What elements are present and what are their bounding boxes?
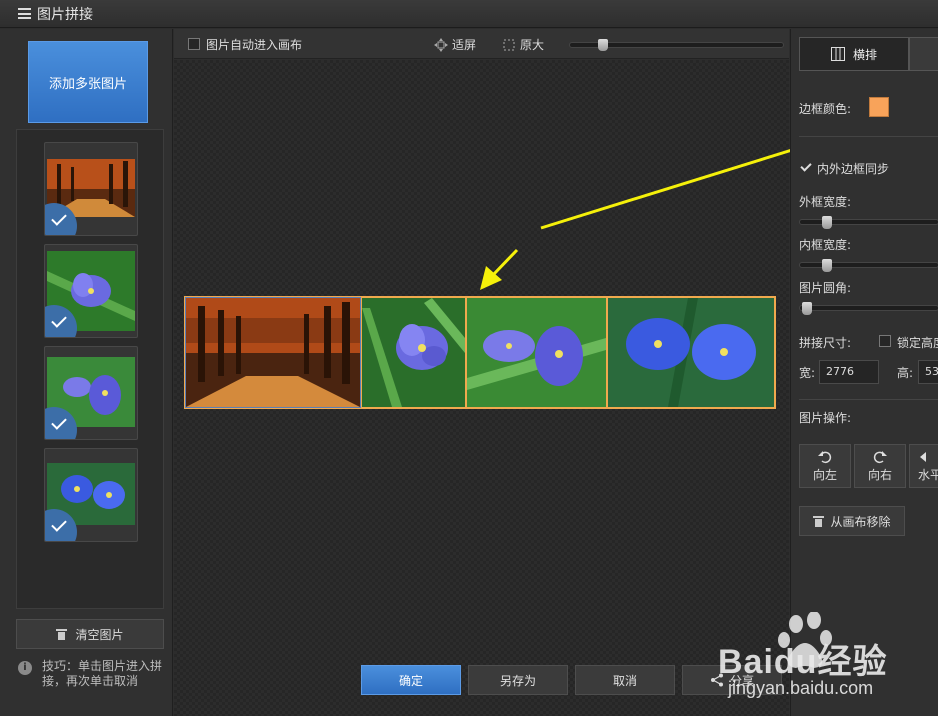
rotate-right-label: 向右 (867, 467, 892, 482)
info-icon: i (18, 661, 32, 675)
width-label: 宽: (799, 366, 816, 380)
divider (799, 399, 938, 400)
baidu-watermark: Baidu经验 jingyan.baidu.com (718, 611, 938, 716)
layout-tabs: 横排 (799, 37, 938, 71)
app-window: 图片拼接 添加多张图片 清空图片 i 技巧：单击图片进入拼接，再次单击取消 图片… (0, 0, 938, 716)
original-size-label: 原大 (520, 38, 545, 52)
height-input[interactable]: 53 (918, 360, 938, 384)
zoom-slider[interactable] (569, 39, 784, 51)
outer-width-label: 外框宽度: (799, 195, 852, 209)
columns-icon (830, 47, 845, 61)
baidu-url-text: jingyan.baidu.com (728, 678, 874, 698)
flip-horizontal-label: 水平 (918, 467, 938, 482)
stitched-image-strip (184, 296, 776, 409)
fit-screen-button[interactable]: 适屏 (434, 36, 476, 53)
original-size-button[interactable]: 原大 (502, 36, 544, 53)
fit-screen-label: 适屏 (452, 38, 477, 52)
remove-from-canvas-button[interactable]: 从画布移除 (799, 506, 905, 536)
sync-border-checkbox[interactable] (799, 162, 811, 174)
stitch-size-label: 拼接尺寸: (799, 336, 852, 350)
height-label: 高: (897, 366, 914, 380)
save-as-button[interactable]: 另存为 (468, 665, 568, 695)
original-size-icon (503, 39, 515, 50)
trash-icon (813, 516, 825, 527)
border-color-swatch[interactable] (869, 97, 889, 117)
add-images-button[interactable]: 添加多张图片 (28, 41, 148, 123)
trash-icon (56, 629, 68, 640)
thumbnail-autumn-forest[interactable] (44, 142, 138, 236)
thumbnail-blue-flower-1[interactable] (44, 244, 138, 338)
outer-width-handle[interactable] (822, 216, 832, 229)
canvas-image-blue-flower-2[interactable] (467, 298, 606, 407)
baidu-brand-text: Baidu经验 (718, 643, 888, 681)
image-ops-label: 图片操作: (799, 411, 852, 425)
sync-border-label: 内外边框同步 (817, 162, 890, 176)
rotate-left-button[interactable]: 向左 (799, 444, 851, 488)
rotate-left-label: 向左 (812, 467, 837, 482)
canvas-area: 确定 另存为 取消 分享 (174, 60, 789, 716)
ok-button[interactable]: 确定 (361, 665, 461, 695)
thumbnail-list[interactable] (16, 129, 164, 609)
tab-horizontal[interactable]: 横排 (799, 37, 909, 71)
tab-horizontal-label: 横排 (852, 47, 877, 62)
zoom-slider-handle[interactable] (598, 39, 608, 51)
width-input[interactable]: 2776 (819, 360, 879, 384)
flip-horizontal-icon (920, 451, 926, 462)
outer-width-slider[interactable] (799, 216, 938, 229)
left-panel: 添加多张图片 清空图片 i 技巧：单击图片进入拼接，再次单击取消 (0, 29, 173, 716)
rotate-right-button[interactable]: 向右 (854, 444, 906, 488)
auto-canvas-label: 图片自动进入画布 (206, 38, 303, 52)
corner-radius-handle[interactable] (802, 302, 812, 315)
window-title: 图片拼接 (37, 6, 93, 23)
cancel-button[interactable]: 取消 (575, 665, 675, 695)
menu-icon[interactable] (18, 8, 31, 19)
tab-vertical[interactable] (909, 37, 938, 71)
canvas-image-blue-flower-1[interactable] (362, 298, 465, 407)
divider (799, 136, 938, 137)
inner-width-label: 内框宽度: (799, 238, 852, 252)
corner-radius-slider[interactable] (799, 302, 938, 315)
remove-from-canvas-label: 从画布移除 (830, 514, 891, 529)
inner-width-handle[interactable] (822, 259, 832, 272)
tip-text: 技巧：单击图片进入拼接，再次单击取消 (42, 659, 163, 688)
border-color-label: 边框颜色: (799, 102, 852, 116)
lock-height-label: 锁定高度 (897, 336, 938, 350)
title-bar: 图片拼接 (0, 0, 938, 28)
flip-horizontal-button[interactable]: 水平 (909, 444, 938, 488)
rotate-right-icon (873, 450, 887, 463)
inner-width-slider[interactable] (799, 259, 938, 272)
canvas-image-autumn-forest[interactable] (185, 297, 361, 408)
canvas-toolbar: 图片自动进入画布 适屏 原大 (174, 29, 789, 59)
fit-screen-icon (434, 37, 448, 52)
lock-height-checkbox[interactable] (879, 335, 891, 347)
canvas-image-blue-flower-3[interactable] (608, 298, 774, 407)
corner-radius-label: 图片圆角: (799, 281, 852, 295)
clear-images-label: 清空图片 (75, 627, 124, 642)
auto-canvas-checkbox[interactable] (188, 38, 200, 50)
clear-images-button[interactable]: 清空图片 (16, 619, 164, 649)
thumbnail-blue-flower-3[interactable] (44, 448, 138, 542)
rotate-left-icon (818, 450, 832, 463)
thumbnail-blue-flower-2[interactable] (44, 346, 138, 440)
